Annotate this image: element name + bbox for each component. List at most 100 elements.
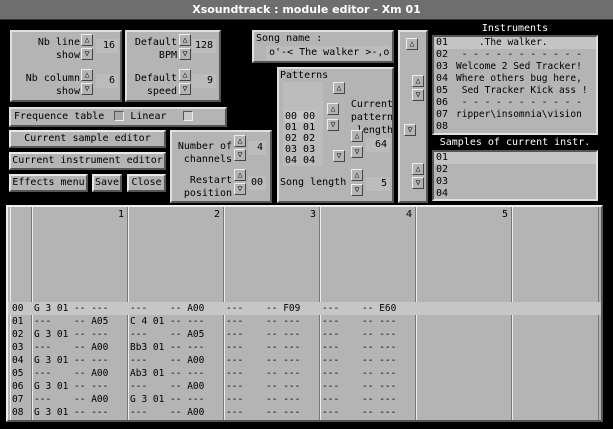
current-sample-editor-button[interactable]: Current sample editor — [9, 130, 166, 148]
pattern-cell[interactable]: G 3 01 -- --- — [34, 302, 108, 315]
row-number: 07 — [12, 394, 24, 405]
sample-dec-button[interactable]: ▽ — [412, 177, 424, 189]
pattern-cell[interactable]: --- -- A00 — [130, 302, 204, 315]
channels-down-button[interactable]: ▽ — [234, 149, 246, 161]
nb-columns-down-button[interactable]: ▽ — [81, 83, 93, 95]
pattern-cell[interactable]: C 4 01 -- --- — [130, 315, 204, 328]
pattern-cell[interactable]: --- -- A00 — [130, 406, 204, 419]
samples-list[interactable]: 01 02 03 04 — [432, 150, 598, 201]
instrument-item[interactable]: 04 Where others bug here, — [434, 73, 596, 85]
pattern-cell[interactable]: --- -- A00 — [130, 354, 204, 367]
pattern-cell[interactable]: --- -- --- — [322, 406, 396, 419]
pattern-cell[interactable]: --- -- A00 — [34, 393, 108, 406]
sample-item[interactable]: 04 — [434, 188, 596, 200]
pattern-order-item[interactable]: 04 04 — [285, 155, 315, 166]
amiga-checkbox[interactable] — [182, 111, 193, 121]
sample-inc-button[interactable]: △ — [412, 163, 424, 175]
restart-down-button[interactable]: ▽ — [234, 183, 246, 195]
instrument-item[interactable]: 05 Sed Tracker Kick ass ! — [434, 85, 596, 97]
pattern-dec-button[interactable]: ▽ — [327, 119, 339, 131]
row-number: 08 — [12, 407, 24, 418]
pattern-cell[interactable]: --- -- --- — [322, 354, 396, 367]
pattern-cell[interactable]: --- -- A05 — [130, 328, 204, 341]
instruments-list[interactable]: 01 .The walker. 02 - - - - - - - - - - -0… — [432, 35, 598, 135]
instrument-item[interactable]: 01 .The walker. — [434, 37, 596, 49]
instrument-item[interactable]: 03 Welcome 2 Sed Tracker! — [434, 61, 596, 73]
song-name-input[interactable]: o'-< The walker >-,o — [266, 46, 390, 60]
pattern-cell[interactable]: --- -- --- — [226, 380, 300, 393]
nb-columns-up-button[interactable]: △ — [81, 69, 93, 81]
pattern-length-value: 64 — [366, 138, 390, 152]
linear-checkbox[interactable] — [114, 111, 125, 121]
nb-lines-down-button[interactable]: ▽ — [81, 48, 93, 60]
pattern-cell[interactable]: Ab3 01 -- --- — [130, 367, 204, 380]
bpm-up-button[interactable]: △ — [179, 34, 191, 46]
instrument-name: - - - - - - - - - - - — [456, 49, 582, 60]
instruments-scroll-down-button[interactable]: ▽ — [404, 124, 416, 136]
pattern-cell[interactable]: --- -- --- — [322, 341, 396, 354]
pattern-cell[interactable]: G 3 01 -- --- — [34, 380, 108, 393]
instruments-title: Instruments — [481, 23, 549, 34]
pattern-inc-button[interactable]: △ — [327, 103, 339, 115]
current-instrument-editor-button[interactable]: Current instrument editor — [9, 152, 166, 170]
song-length-up-button[interactable]: △ — [351, 169, 363, 181]
pattern-cell[interactable]: --- -- --- — [226, 406, 300, 419]
instrument-inc-button[interactable]: △ — [412, 75, 424, 87]
channel-number: 3 — [309, 209, 316, 220]
pattern-cell[interactable]: --- -- --- — [226, 315, 300, 328]
pattern-order-item[interactable]: 00 00 — [285, 111, 316, 122]
restart-up-button[interactable]: △ — [234, 169, 246, 181]
channels-panel: Number of channels △ ▽ 4 Restart positio… — [170, 130, 272, 203]
effects-menu-button[interactable]: Effects menu — [9, 174, 88, 192]
pattern-cell[interactable]: --- -- A00 — [130, 380, 204, 393]
pattern-cell[interactable]: G 3 01 -- --- — [34, 406, 108, 419]
instrument-item[interactable]: 02 - - - - - - - - - - - — [434, 49, 596, 61]
pattern-cell[interactable]: G 3 01 -- --- — [34, 328, 108, 341]
pattern-cell[interactable]: --- -- --- — [322, 315, 396, 328]
pattern-order-item[interactable]: 01 01 — [285, 122, 315, 133]
speed-down-button[interactable]: ▽ — [179, 83, 191, 95]
instruments-scroll-up-button[interactable]: △ — [406, 38, 418, 50]
pattern-cell[interactable]: --- -- F09 — [226, 302, 300, 315]
close-button[interactable]: Close — [127, 174, 166, 192]
patterns-panel: Patterns 00 00 01 01 02 02 03 03 04 04 △ △ ▽… — [277, 67, 394, 203]
pattern-cell[interactable]: --- -- --- — [226, 341, 300, 354]
pattern-cell[interactable]: G 3 01 -- --- — [130, 393, 204, 406]
pattern-cell[interactable]: --- -- --- — [322, 328, 396, 341]
pattern-cell[interactable]: --- -- E60 — [322, 302, 396, 315]
patterns-list[interactable]: 00 00 01 01 02 02 03 03 04 04 — [283, 82, 323, 166]
pattern-length-down-button[interactable]: ▽ — [351, 146, 363, 158]
pattern-cell[interactable]: G 3 01 -- --- — [34, 354, 108, 367]
bpm-down-button[interactable]: ▽ — [179, 48, 191, 60]
nb-lines-up-button[interactable]: △ — [81, 34, 93, 46]
instrument-dec-button[interactable]: ▽ — [412, 89, 424, 101]
instrument-item[interactable]: 07 ripper\insomnia\vision — [434, 109, 596, 121]
pattern-cell[interactable]: --- -- A05 — [34, 315, 108, 328]
song-length-down-button[interactable]: ▽ — [351, 184, 363, 196]
pattern-cell[interactable]: --- -- A00 — [34, 341, 108, 354]
patterns-scroll-down-button[interactable]: ▽ — [333, 150, 345, 162]
sample-item[interactable]: 02 — [434, 164, 596, 176]
samples-title: Samples of current instr. — [439, 137, 591, 148]
pattern-cell[interactable]: --- -- --- — [226, 328, 300, 341]
pattern-cell[interactable]: --- -- --- — [322, 393, 396, 406]
save-button[interactable]: Save — [92, 174, 122, 192]
pattern-cell[interactable]: --- -- --- — [226, 354, 300, 367]
channels-up-button[interactable]: △ — [234, 135, 246, 147]
sample-item[interactable]: 01 — [434, 152, 596, 164]
pattern-cell[interactable]: --- -- A00 — [34, 367, 108, 380]
pattern-cell[interactable]: --- -- --- — [226, 367, 300, 380]
instrument-item[interactable]: 06 - - - - - - - - - - - — [434, 97, 596, 109]
pattern-length-up-button[interactable]: △ — [351, 130, 363, 142]
pattern-cell[interactable]: --- -- --- — [226, 393, 300, 406]
sample-item[interactable]: 03 — [434, 176, 596, 188]
pattern-order-item[interactable]: 03 03 — [285, 144, 315, 155]
speed-up-button[interactable]: △ — [179, 69, 191, 81]
pattern-editor[interactable]: 12345 00 G 3 01 -- --- --- -- A00 --- -- F0… — [6, 205, 603, 422]
instrument-item[interactable]: 08 — [434, 121, 596, 133]
pattern-cell[interactable]: Bb3 01 -- --- — [130, 341, 204, 354]
patterns-scroll-up-button[interactable]: △ — [333, 82, 345, 94]
pattern-order-item[interactable]: 02 02 — [285, 133, 315, 144]
pattern-cell[interactable]: --- -- --- — [322, 367, 396, 380]
pattern-cell[interactable]: --- -- --- — [322, 380, 396, 393]
